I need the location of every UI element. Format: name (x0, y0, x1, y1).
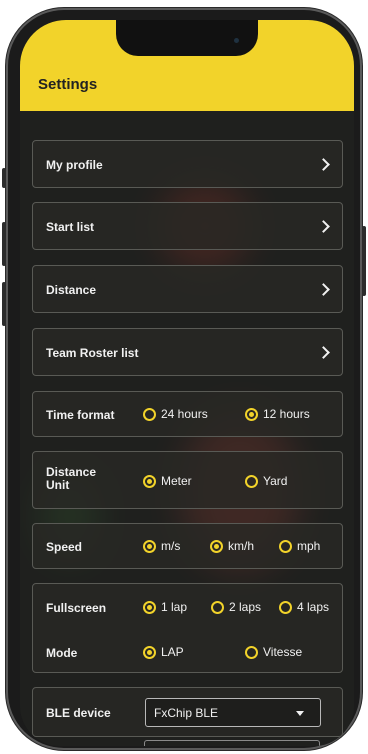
radio-selected-icon (143, 600, 156, 614)
option-label: Meter (161, 474, 192, 488)
option-label: 4 laps (297, 600, 330, 614)
radio-selected-icon (143, 474, 156, 488)
speed-row: Speed m/s km/h mph (32, 523, 343, 569)
speed-option-m-s[interactable]: m/s (143, 539, 180, 553)
app-screen: Settings My profile Start list Distance … (20, 20, 354, 746)
fullscreen-option-2-laps[interactable]: 2 laps (211, 600, 261, 614)
phone-side-button (362, 226, 366, 296)
settings-list: My profile Start list Distance Team Rost… (20, 111, 354, 746)
radio-icon (245, 474, 258, 488)
chevron-down-icon (296, 711, 304, 716)
radio-icon (279, 600, 292, 614)
mode-label: Mode (46, 646, 78, 660)
team-roster-list-label: Team Roster list (46, 346, 139, 360)
distance-row[interactable]: Distance (32, 265, 343, 313)
chevron-right-icon (317, 346, 330, 359)
option-label: 24 hours (161, 407, 208, 421)
option-label: mph (297, 539, 321, 553)
fullscreen-option-1-lap[interactable]: 1 lap (143, 600, 187, 614)
distance-unit-row: Distance Unit Meter Yard (32, 451, 343, 509)
my-profile-label: My profile (46, 158, 103, 172)
time-format-option-24-hours[interactable]: 24 hours (143, 407, 208, 421)
radio-selected-icon (245, 407, 258, 421)
distance-unit-label: Distance Unit (46, 465, 97, 492)
my-profile-row[interactable]: My profile (32, 140, 343, 188)
fullscreen-mode-card: Fullscreen 1 lap 2 laps 4 laps Mode LAP … (32, 583, 343, 673)
mode-option-lap[interactable]: LAP (143, 645, 184, 659)
option-label: Vitesse (263, 645, 303, 659)
camera-icon (234, 38, 239, 43)
partial-dropdown (144, 740, 320, 746)
time-format-row: Time format 24 hours 12 hours (32, 391, 343, 437)
time-format-label: Time format (46, 408, 115, 422)
time-format-option-12-hours[interactable]: 12 hours (245, 407, 310, 421)
phone-side-button (2, 282, 6, 326)
speed-label: Speed (46, 540, 83, 554)
camera-notch (116, 20, 258, 56)
option-label: Yard (263, 474, 288, 488)
mode-option-vitesse[interactable]: Vitesse (245, 645, 302, 659)
radio-selected-icon (143, 645, 156, 659)
ble-device-label: BLE device (46, 706, 111, 720)
ble-device-value: FxChip BLE (154, 706, 219, 720)
option-label: 1 lap (161, 600, 188, 614)
phone-side-button (2, 168, 6, 188)
fullscreen-option-4-laps[interactable]: 4 laps (279, 600, 329, 614)
start-list-label: Start list (46, 220, 95, 234)
speed-option-mph[interactable]: mph (279, 539, 320, 553)
option-label: 2 laps (229, 600, 262, 614)
radio-selected-icon (143, 539, 156, 553)
chevron-right-icon (317, 158, 330, 171)
radio-icon (279, 539, 292, 553)
chevron-right-icon (317, 220, 330, 233)
ble-device-select[interactable]: FxChip BLE (145, 698, 321, 727)
distance-label: Distance (46, 283, 97, 297)
speed-option-km-h[interactable]: km/h (210, 539, 254, 553)
fullscreen-label: Fullscreen (46, 601, 107, 615)
phone-side-button (2, 222, 6, 266)
radio-icon (245, 645, 258, 659)
ble-device-row: BLE device FxChip BLE (32, 687, 343, 737)
radio-selected-icon (210, 539, 223, 553)
page-title: Settings (38, 76, 98, 93)
start-list-row[interactable]: Start list (32, 202, 343, 250)
distance-unit-option-yard[interactable]: Yard (245, 474, 287, 488)
option-label: km/h (228, 539, 255, 553)
radio-icon (143, 407, 156, 421)
option-label: 12 hours (263, 407, 310, 421)
option-label: LAP (161, 645, 184, 659)
team-roster-list-row[interactable]: Team Roster list (32, 328, 343, 376)
distance-unit-option-meter[interactable]: Meter (143, 474, 192, 488)
app-header: Settings (20, 20, 354, 111)
option-label: m/s (161, 539, 181, 553)
radio-icon (211, 600, 224, 614)
chevron-right-icon (317, 283, 330, 296)
